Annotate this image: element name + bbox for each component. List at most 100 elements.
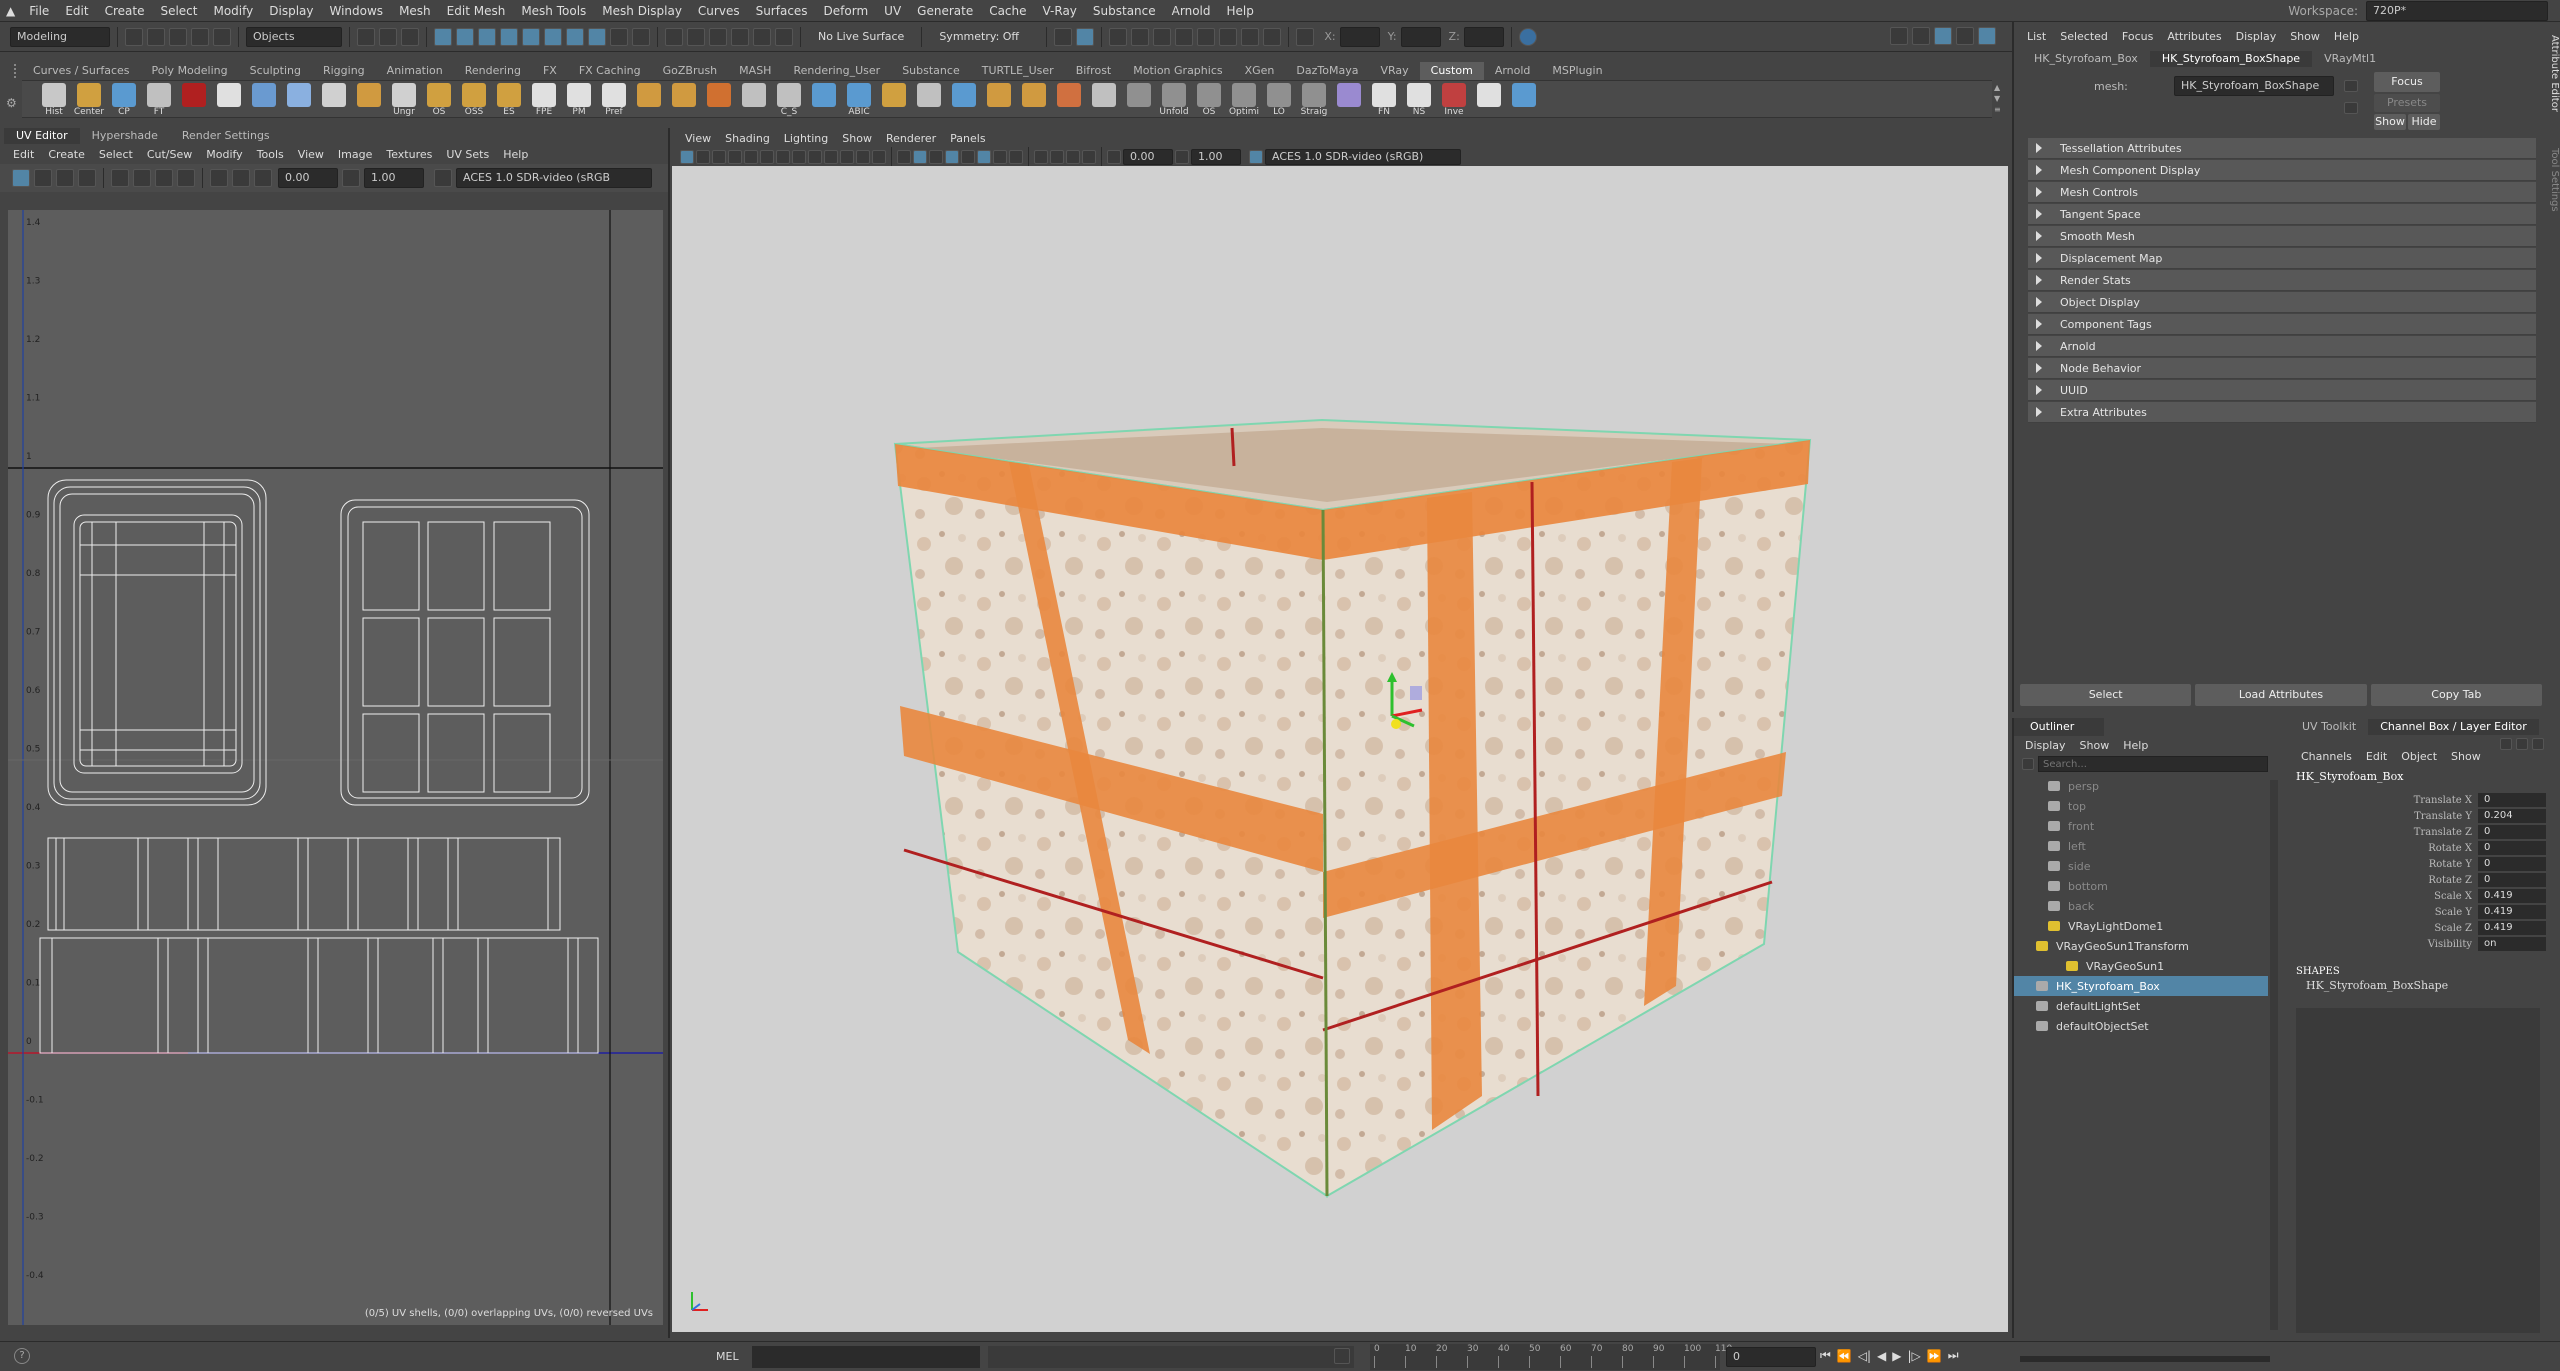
film-gate-icon[interactable] bbox=[792, 150, 806, 164]
uv-dim-image-icon[interactable] bbox=[133, 169, 151, 187]
camera-attributes-icon[interactable] bbox=[696, 150, 710, 164]
render-mask-icon[interactable] bbox=[588, 27, 606, 46]
shelf-button[interactable] bbox=[668, 81, 700, 117]
shelf-button[interactable]: Pref bbox=[598, 81, 630, 117]
surface-mask-icon[interactable] bbox=[522, 27, 540, 46]
script-editor-icon[interactable] bbox=[1334, 1348, 1350, 1364]
menu-file[interactable]: File bbox=[21, 4, 57, 18]
uv-grid-icon[interactable] bbox=[78, 169, 96, 187]
uv-menu-view[interactable]: View bbox=[291, 148, 331, 161]
shelf-tab-sculpting[interactable]: Sculpting bbox=[239, 62, 312, 80]
shelf-button[interactable]: Center bbox=[73, 81, 105, 117]
attr-section-mesh-component-display[interactable]: Mesh Component Display bbox=[2028, 160, 2536, 181]
uv-texture-icon[interactable] bbox=[111, 169, 129, 187]
maya-logo-icon[interactable]: ▲ bbox=[0, 4, 21, 18]
channel-value[interactable]: 0.419 bbox=[2478, 921, 2546, 935]
menu-cache[interactable]: Cache bbox=[981, 4, 1034, 18]
shadows-icon[interactable] bbox=[977, 150, 991, 164]
new-scene-icon[interactable] bbox=[125, 27, 143, 46]
ae-menu-display[interactable]: Display bbox=[2229, 30, 2284, 43]
uv-checker-icon[interactable] bbox=[155, 169, 173, 187]
default-material-icon[interactable] bbox=[929, 150, 943, 164]
shelf-tab-msplugin[interactable]: MSPlugin bbox=[1541, 62, 1613, 80]
channel-value[interactable]: 0.204 bbox=[2478, 809, 2546, 823]
exposure-icon[interactable] bbox=[1107, 150, 1121, 164]
attr-section-smooth-mesh[interactable]: Smooth Mesh bbox=[2028, 226, 2536, 247]
uv-snapshot-icon[interactable] bbox=[56, 169, 74, 187]
shelf-button[interactable]: ABIC bbox=[843, 81, 875, 117]
menu-windows[interactable]: Windows bbox=[321, 4, 391, 18]
focus-button[interactable]: Focus bbox=[2374, 72, 2440, 92]
uv-menu-textures[interactable]: Textures bbox=[379, 148, 439, 161]
color-management-icon[interactable] bbox=[1249, 150, 1263, 164]
cb-menu-channels[interactable]: Channels bbox=[2294, 750, 2359, 763]
attr-section-object-display[interactable]: Object Display bbox=[2028, 292, 2536, 313]
toggle-layout-icon[interactable] bbox=[1912, 27, 1930, 45]
uv-grid-area[interactable]: 1.4 1.3 1.2 1.1 1 0.9 0.8 0.7 0.6 0.5 0.4 0.3 0.2 0.1… bbox=[8, 210, 663, 1325]
uv-shell-icon[interactable] bbox=[34, 169, 52, 187]
shelf-button[interactable]: LO bbox=[1263, 81, 1295, 117]
ae-tab-hk-styrofoam-box[interactable]: HK_Styrofoam_Box bbox=[2022, 51, 2150, 67]
symmetry-dropdown[interactable]: Symmetry: Off bbox=[929, 30, 1039, 43]
attr-section-component-tags[interactable]: Component Tags bbox=[2028, 314, 2536, 335]
shelf-tab-animation[interactable]: Animation bbox=[376, 62, 454, 80]
snap-live-icon[interactable] bbox=[753, 27, 771, 46]
cb-menu-show[interactable]: Show bbox=[2444, 750, 2488, 763]
menu-generate[interactable]: Generate bbox=[909, 4, 981, 18]
wireframe-icon[interactable] bbox=[897, 150, 911, 164]
shelf-button[interactable]: PM bbox=[563, 81, 595, 117]
viewport-gamma-field[interactable]: 1.00 bbox=[1191, 149, 1241, 165]
shelf-button[interactable] bbox=[913, 81, 945, 117]
shelf-button[interactable] bbox=[283, 81, 315, 117]
tool-settings-side-tab[interactable]: Tool Settings bbox=[2546, 140, 2560, 220]
z-field[interactable] bbox=[1463, 26, 1504, 47]
shelf-tab-arnold[interactable]: Arnold bbox=[1484, 62, 1542, 80]
deform-mask-icon[interactable] bbox=[544, 27, 562, 46]
ae-menu-focus[interactable]: Focus bbox=[2115, 30, 2160, 43]
channel-value[interactable]: 0 bbox=[2478, 841, 2546, 855]
outliner-search-input[interactable] bbox=[2038, 756, 2268, 772]
outliner-item[interactable]: defaultLightSet bbox=[2014, 996, 2268, 1016]
channel-row-translate-y[interactable]: Translate Y 0.204 bbox=[2290, 808, 2546, 824]
snap-curve-icon[interactable] bbox=[687, 27, 705, 46]
render-frame-icon[interactable] bbox=[1131, 27, 1150, 46]
uv-menu-modify[interactable]: Modify bbox=[199, 148, 249, 161]
outliner-menu-display[interactable]: Display bbox=[2018, 739, 2073, 752]
highlight-selection-icon[interactable] bbox=[632, 27, 650, 46]
viewport-menu-lighting[interactable]: Lighting bbox=[777, 132, 835, 145]
redo-icon[interactable] bbox=[213, 27, 231, 46]
pause-viewport-icon[interactable] bbox=[1263, 27, 1282, 46]
go-to-start-icon[interactable]: ⏮ bbox=[1820, 1348, 1831, 1363]
menu-uv[interactable]: UV bbox=[876, 4, 909, 18]
menu-substance[interactable]: Substance bbox=[1085, 4, 1164, 18]
x-field[interactable] bbox=[1339, 26, 1380, 47]
viewport-menu-renderer[interactable]: Renderer bbox=[879, 132, 943, 145]
textured-icon[interactable] bbox=[945, 150, 959, 164]
uv-colorspace-dropdown[interactable]: ACES 1.0 SDR-video (sRGB bbox=[456, 168, 652, 188]
shelf-button[interactable] bbox=[353, 81, 385, 117]
shelf-button[interactable] bbox=[1508, 81, 1540, 117]
pick-mask-icon[interactable] bbox=[434, 27, 452, 46]
open-scene-icon[interactable] bbox=[147, 27, 165, 46]
shelf-button[interactable] bbox=[248, 81, 280, 117]
lock-selection-icon[interactable] bbox=[610, 27, 628, 46]
select-output-icon[interactable] bbox=[2344, 102, 2358, 114]
step-forward-key-icon[interactable]: ⏩ bbox=[1927, 1349, 1942, 1363]
shape-name[interactable]: HK_Styrofoam_BoxShape bbox=[2290, 979, 2546, 992]
shelf-button[interactable] bbox=[178, 81, 210, 117]
shelf-button[interactable]: FT bbox=[143, 81, 175, 117]
shelf-button[interactable] bbox=[878, 81, 910, 117]
tab-hypershade[interactable]: Hypershade bbox=[80, 128, 170, 144]
channel-row-scale-z[interactable]: Scale Z 0.419 bbox=[2290, 920, 2546, 936]
ambient-occlusion-icon[interactable] bbox=[993, 150, 1007, 164]
outliner-item[interactable]: VRayGeoSun1 bbox=[2014, 956, 2268, 976]
cb-tab-uv-toolkit[interactable]: UV Toolkit bbox=[2290, 719, 2368, 735]
menu-mesh[interactable]: Mesh bbox=[391, 4, 439, 18]
2d-pan-zoom-icon[interactable] bbox=[744, 150, 758, 164]
shelf-tab-rendering[interactable]: Rendering bbox=[454, 62, 532, 80]
shelf-button[interactable]: Ungr bbox=[388, 81, 420, 117]
command-input[interactable] bbox=[752, 1346, 980, 1368]
channel-value[interactable]: 0 bbox=[2478, 873, 2546, 887]
copy-tab-button[interactable]: Copy Tab bbox=[2370, 684, 2542, 706]
attr-section-render-stats[interactable]: Render Stats bbox=[2028, 270, 2536, 291]
